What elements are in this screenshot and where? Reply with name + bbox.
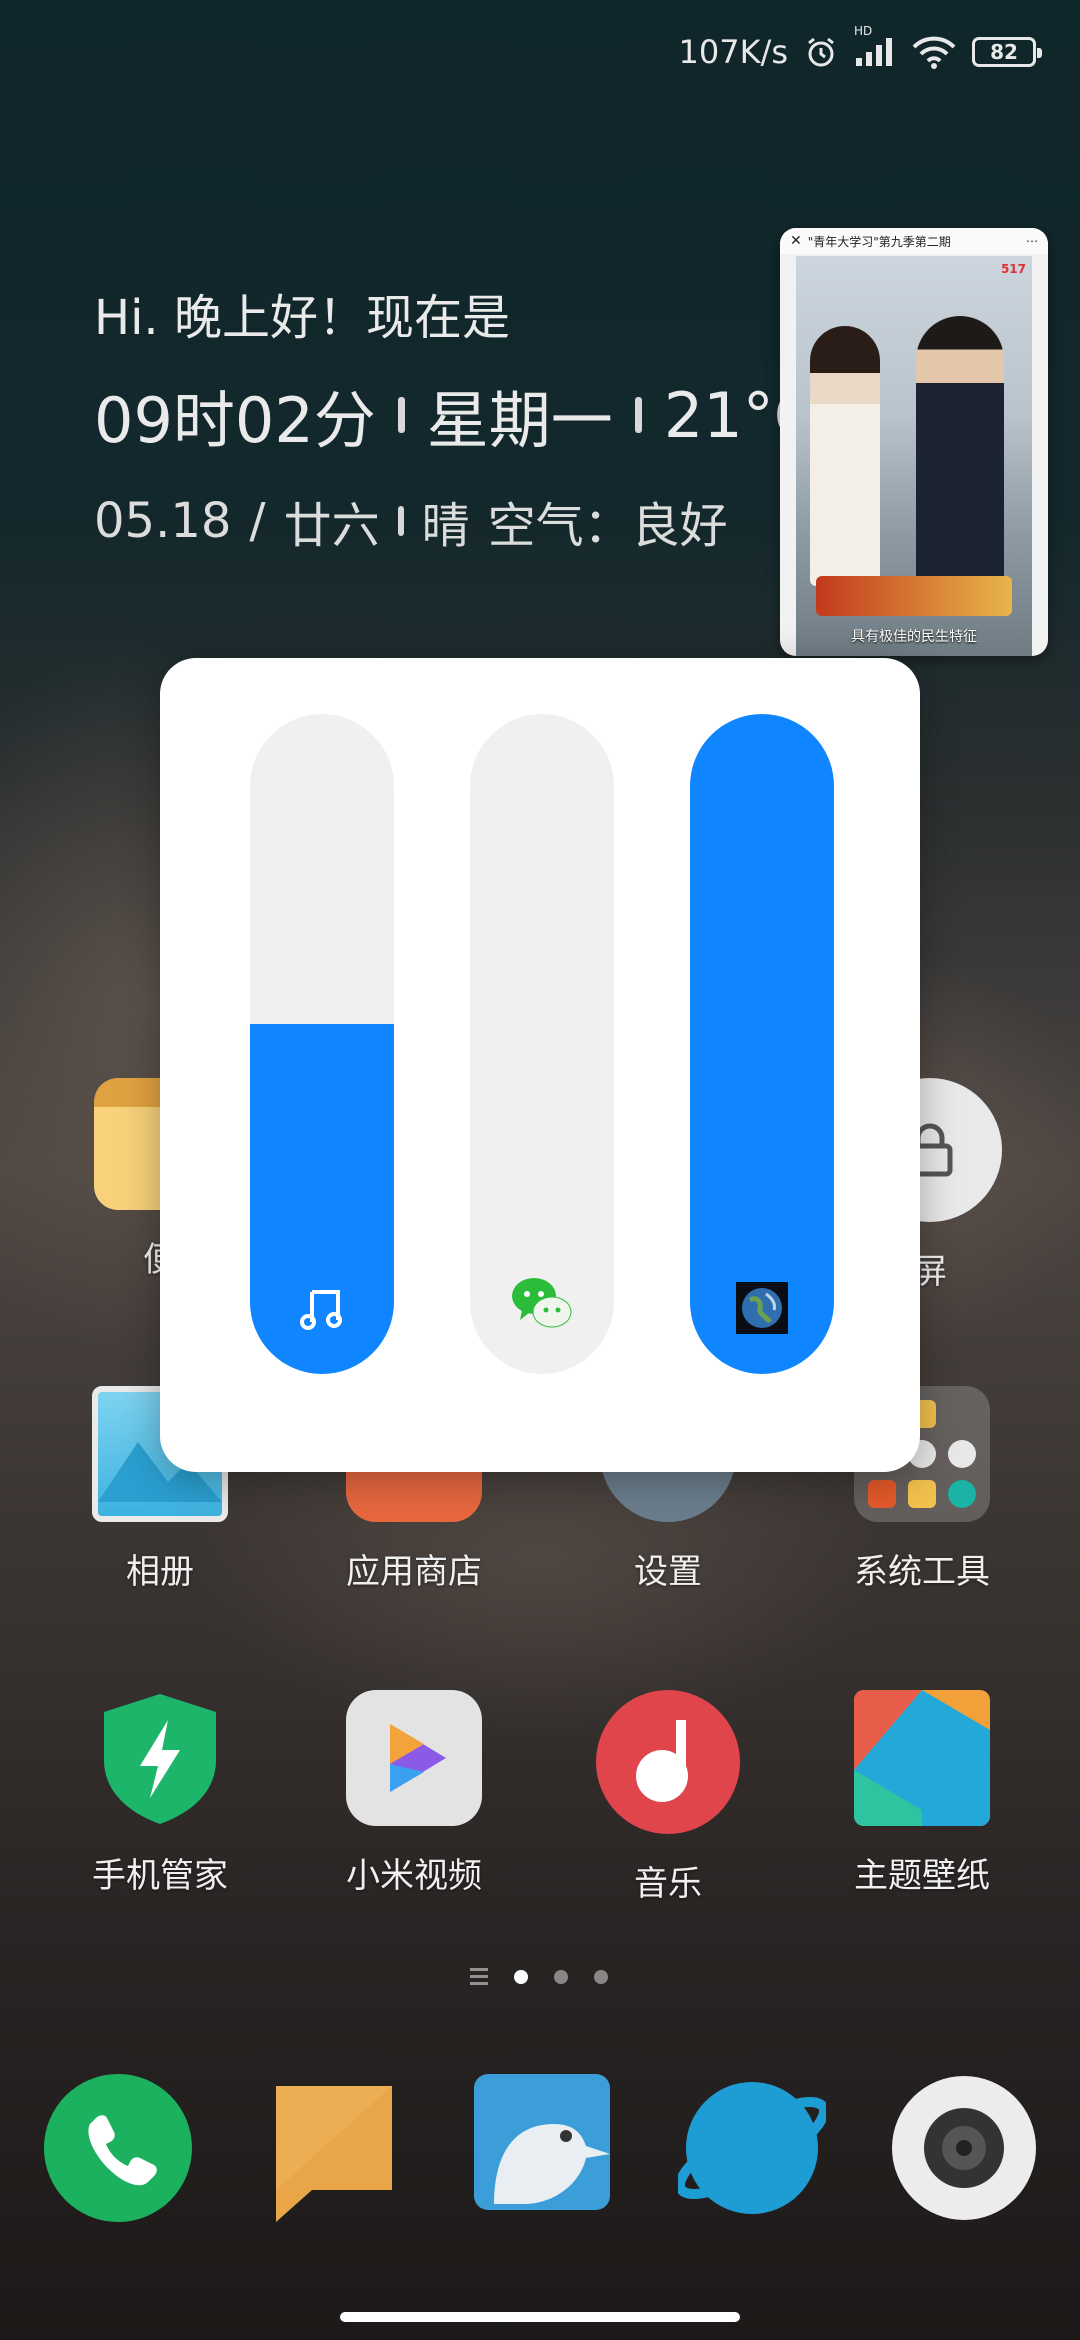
app-themes[interactable]: 主题壁纸	[812, 1690, 1032, 1897]
lunar-text: 廿六	[283, 498, 380, 554]
weather-text: 晴	[421, 498, 470, 554]
presenter-image	[916, 316, 1004, 596]
date-text: 05.18	[94, 493, 232, 549]
wechat-volume-slider[interactable]	[470, 714, 614, 1374]
floating-video-window[interactable]: ✕ "青年大学习"第九季第二期 ⋯ 517 具有极佳的民生特征	[780, 228, 1048, 656]
volume-panel	[160, 658, 920, 1472]
presenter-image	[810, 326, 880, 586]
menu-icon[interactable]	[470, 1968, 488, 1985]
greeting-text: Hi. 晚上好！现在是	[94, 290, 510, 346]
music-icon	[596, 1690, 740, 1834]
floating-window-title: "青年大学习"第九季第二期	[807, 234, 951, 249]
page-dot-active[interactable]	[514, 1969, 528, 1984]
messages-icon[interactable]	[262, 2074, 410, 2222]
app-label: 主题壁纸	[854, 1856, 990, 1896]
app-label: 音乐	[634, 1864, 702, 1904]
date-separator: /	[249, 493, 266, 549]
app-security[interactable]: 手机管家	[50, 1690, 270, 1897]
page-dot[interactable]	[594, 1969, 608, 1984]
app-label: 应用商店	[346, 1552, 482, 1592]
shield-icon	[92, 1690, 228, 1826]
weekday-text: 星期一	[426, 384, 613, 457]
alarm-icon	[804, 35, 838, 69]
browser-kiwi-icon[interactable]	[474, 2074, 622, 2222]
browser-planet-icon[interactable]	[674, 2074, 830, 2222]
app-label: 系统工具	[854, 1552, 990, 1592]
video-banner	[816, 576, 1012, 616]
app-label: 小米视频	[346, 1856, 482, 1896]
hd-label: HD	[854, 24, 873, 38]
app-music[interactable]: 音乐	[558, 1690, 778, 1905]
separator	[397, 397, 405, 433]
app-label: 手机管家	[92, 1856, 228, 1896]
page-dot[interactable]	[554, 1969, 568, 1984]
wechat-icon	[510, 1272, 574, 1336]
camera-icon[interactable]	[890, 2074, 1038, 2222]
battery-level: 82	[990, 40, 1018, 64]
media-volume-slider[interactable]	[250, 714, 394, 1374]
date-line: 05.18 / 廿六 晴 空气：良好	[94, 486, 817, 556]
time-text: 09时02分	[94, 384, 376, 457]
time-line: 09时02分 星期一 21°C	[94, 370, 817, 460]
wifi-icon	[912, 35, 956, 69]
app-label: 设置	[634, 1552, 702, 1592]
battery-indicator: 82	[972, 37, 1042, 67]
page-indicator[interactable]	[470, 1968, 608, 1985]
more-icon[interactable]: ⋯	[1026, 234, 1038, 248]
clock-widget[interactable]: Hi. 晚上好！现在是 09时02分 星期一 21°C 05.18 / 廿六 晴…	[94, 278, 817, 556]
slider-fill	[690, 714, 834, 1374]
phone-icon[interactable]	[44, 2074, 192, 2222]
status-bar: 107K/s HD 82	[678, 24, 1042, 80]
themes-icon	[854, 1690, 990, 1826]
video-logo: 517	[1000, 262, 1026, 276]
globe-icon	[734, 1280, 790, 1336]
close-icon[interactable]: ✕	[790, 233, 802, 249]
video-caption: 具有极佳的民生特征	[851, 629, 977, 645]
home-indicator[interactable]	[340, 2312, 740, 2322]
separator	[397, 506, 404, 536]
network-speed: 107K/s	[678, 33, 788, 71]
floating-window-titlebar[interactable]: ✕ "青年大学习"第九季第二期 ⋯	[780, 228, 1048, 254]
signal-icon: HD	[854, 24, 896, 68]
video-frame[interactable]: 517 具有极佳的民生特征	[796, 256, 1032, 656]
air-quality-text: 空气：良好	[487, 498, 728, 554]
separator	[634, 397, 642, 433]
browser-volume-slider[interactable]	[690, 714, 834, 1374]
play-icon	[346, 1690, 482, 1826]
app-label: 相册	[126, 1552, 194, 1592]
music-note-icon	[294, 1280, 350, 1336]
app-mi-video[interactable]: 小米视频	[304, 1690, 524, 1897]
